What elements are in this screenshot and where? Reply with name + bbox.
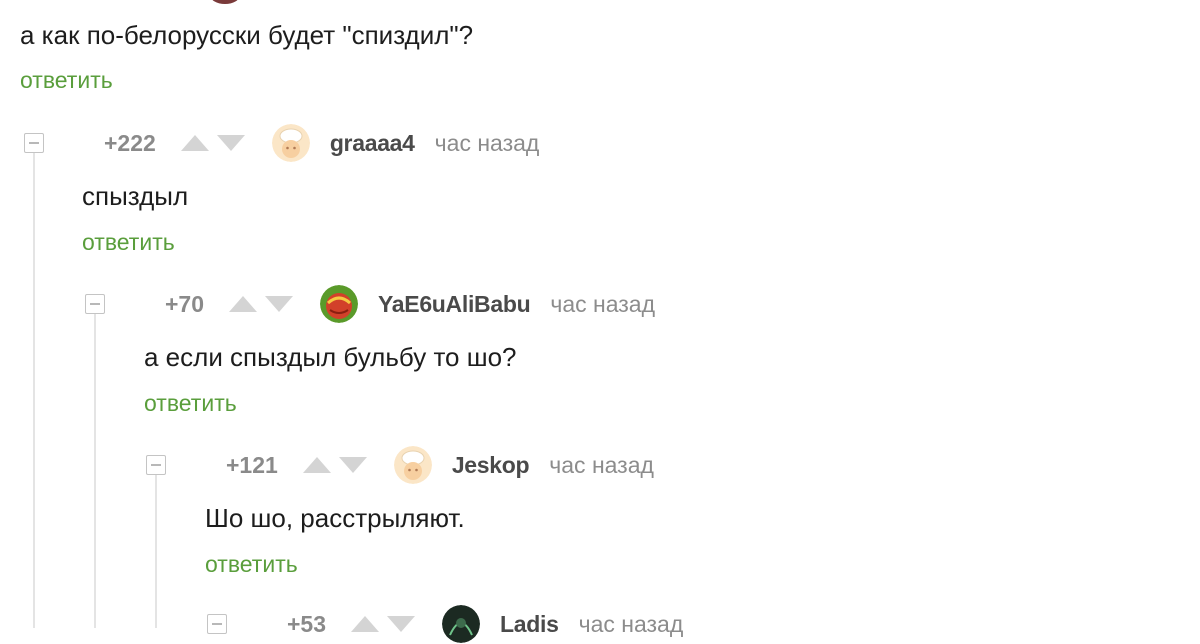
comment-text: Шо шо, расстрыляют.	[205, 503, 465, 533]
reply-link[interactable]: ответить	[144, 390, 237, 417]
upvote-icon[interactable]	[180, 133, 210, 153]
comment-rating: +121	[226, 451, 278, 478]
thread-line[interactable]	[94, 313, 96, 628]
downvote-icon[interactable]	[338, 455, 368, 475]
comment-time[interactable]: час назад	[549, 452, 654, 479]
collapse-button[interactable]	[207, 614, 227, 634]
collapse-button[interactable]	[85, 294, 105, 314]
upvote-icon[interactable]	[302, 455, 332, 475]
chef-avatar-icon[interactable]	[393, 446, 432, 484]
collapse-button[interactable]	[146, 455, 166, 475]
comment-text: спыздыл	[82, 181, 189, 211]
downvote-icon[interactable]	[386, 614, 416, 634]
comment-header: +121 Jeskop час назад	[146, 445, 654, 485]
dark-avatar-icon[interactable]	[442, 605, 481, 643]
downvote-icon[interactable]	[264, 294, 294, 314]
comment-time[interactable]: час назад	[579, 611, 684, 638]
chef-avatar-icon[interactable]	[271, 124, 310, 162]
vote-controls	[302, 455, 368, 475]
cropped-avatar	[210, 0, 240, 4]
reply-link[interactable]: ответить	[82, 229, 175, 256]
vote-controls	[350, 614, 416, 634]
comment-rating: +53	[287, 610, 327, 637]
vote-controls	[228, 294, 294, 314]
thread-line[interactable]	[155, 474, 157, 628]
comment-time[interactable]: час назад	[550, 291, 655, 318]
downvote-icon[interactable]	[216, 133, 246, 153]
username[interactable]: YaE6uAliBabu	[378, 291, 531, 318]
comment-time[interactable]: час назад	[435, 130, 540, 157]
vote-controls	[180, 133, 246, 153]
upvote-icon[interactable]	[228, 294, 258, 314]
reply-link[interactable]: ответить	[205, 551, 298, 578]
comment-header: +53 Ladis час назад	[207, 604, 683, 644]
comment-text: а если спыздыл бульбу то шо?	[144, 342, 517, 372]
reply-link[interactable]: ответить	[20, 67, 113, 94]
upvote-icon[interactable]	[350, 614, 380, 634]
comment-text: а как по-белорусски будет "спиздил"?	[20, 20, 474, 50]
comment-header: +70 YaE6uAliBabu час назад	[85, 284, 655, 324]
red-ball-avatar-icon[interactable]	[320, 285, 359, 323]
thread-line[interactable]	[33, 152, 35, 628]
username[interactable]: graaaa4	[330, 130, 415, 157]
comment-rating: +70	[165, 290, 205, 317]
comment-header: +222 graaaa4 час назад	[24, 123, 539, 163]
username[interactable]: Jeskop	[452, 452, 530, 479]
username[interactable]: Ladis	[500, 611, 559, 638]
collapse-button[interactable]	[24, 133, 44, 153]
comment-rating: +222	[104, 129, 156, 156]
